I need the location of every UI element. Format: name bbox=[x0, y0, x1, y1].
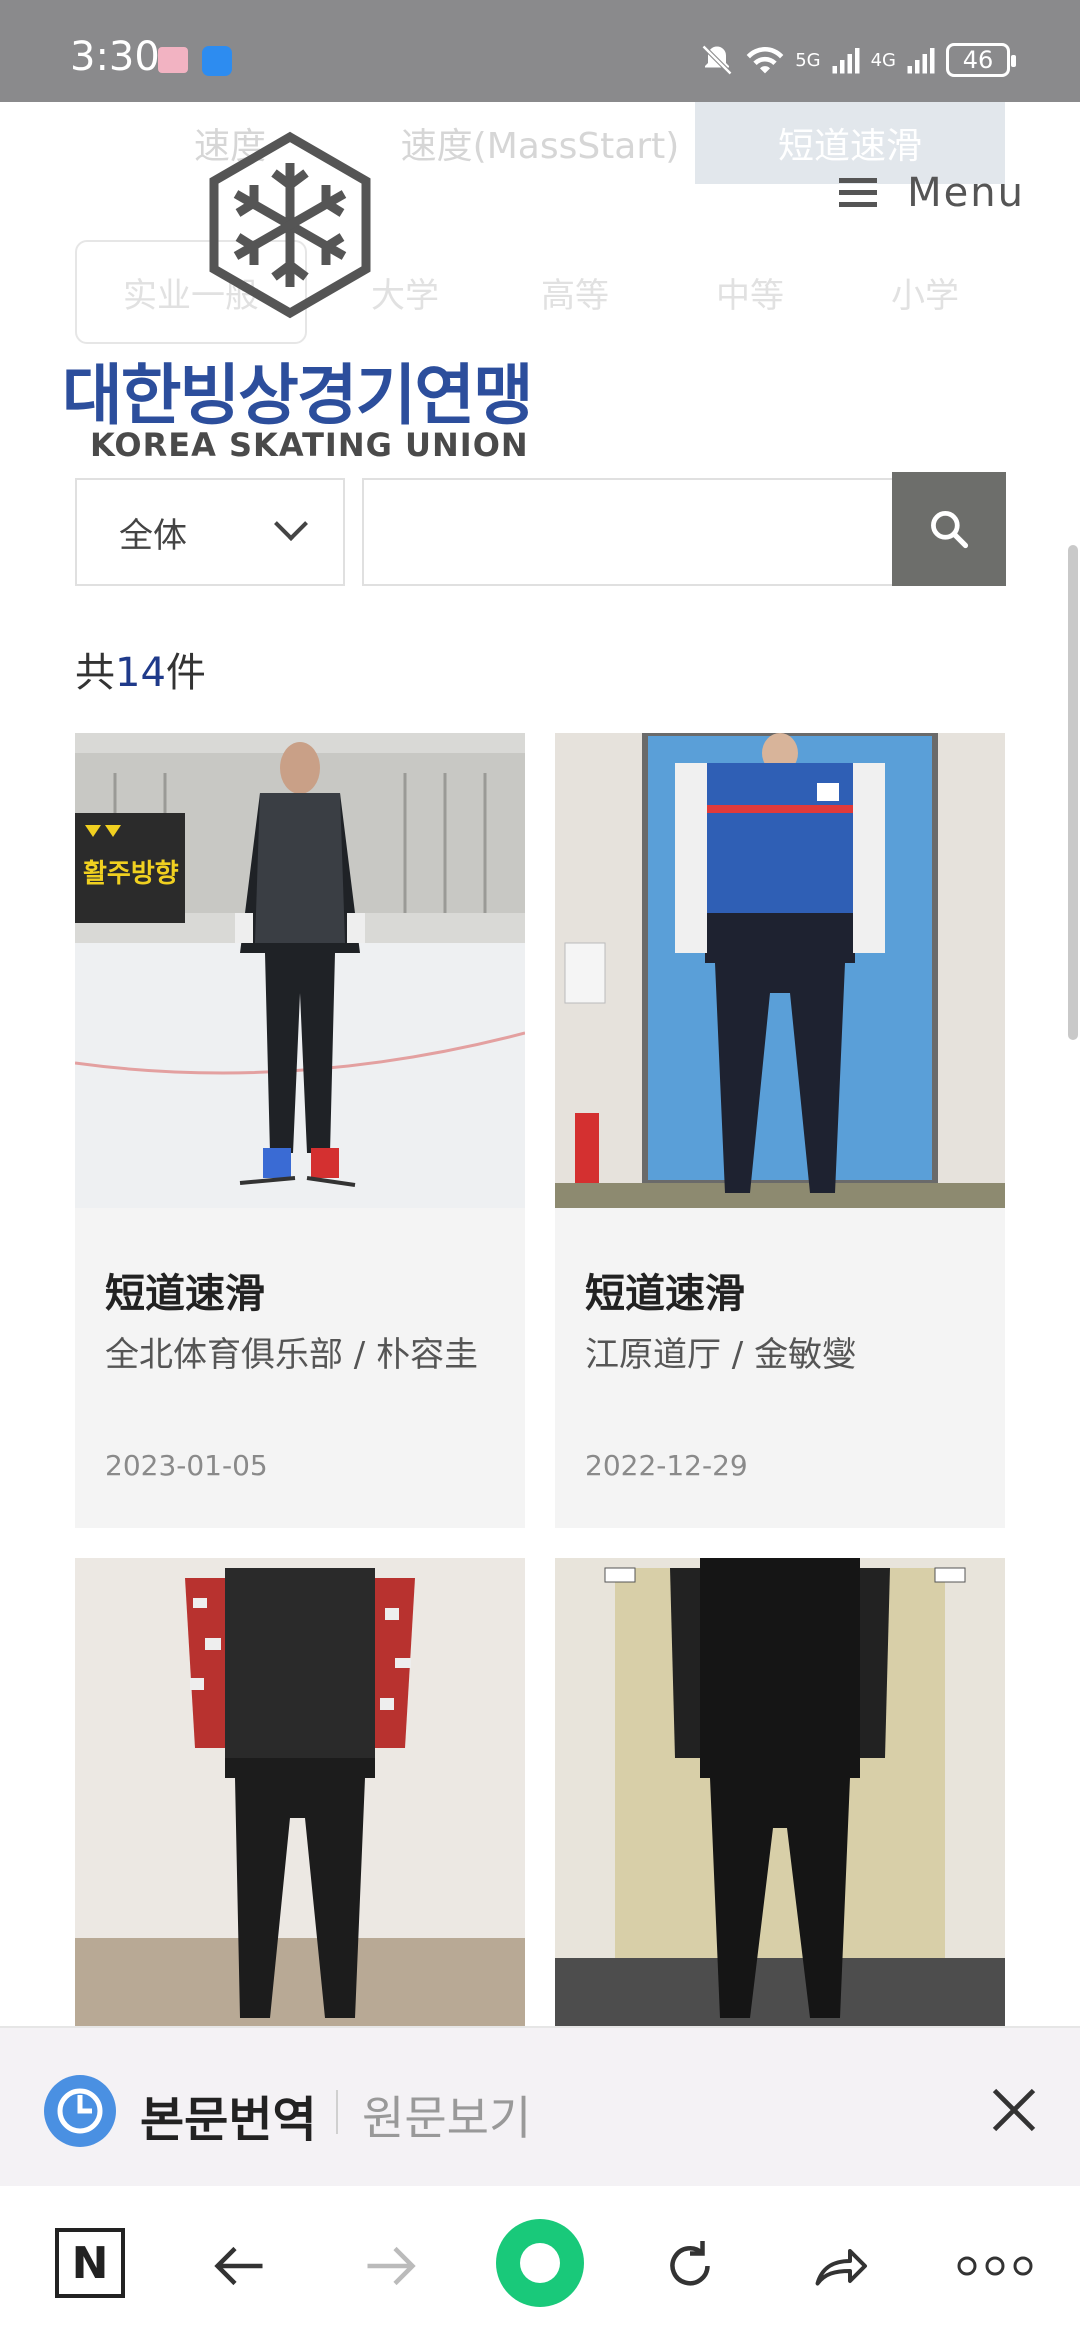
divider bbox=[336, 2090, 338, 2134]
refresh-icon bbox=[670, 2241, 710, 2286]
signal-icon-2 bbox=[907, 48, 935, 74]
card-date: 2022-12-29 bbox=[585, 1449, 748, 1482]
list-item[interactable] bbox=[555, 1558, 1005, 2033]
card-subtitle: 江原道厅 / 金敏燮 bbox=[585, 1335, 857, 1375]
hamburger-icon bbox=[839, 178, 878, 208]
view-original-button[interactable]: 원문보기 bbox=[362, 2082, 531, 2148]
card-title: 短道速滑 bbox=[105, 1271, 265, 1317]
count-suffix: 件 bbox=[165, 650, 206, 696]
subtab-middle[interactable]: 中等 bbox=[685, 240, 815, 344]
list-item[interactable] bbox=[75, 1558, 525, 2033]
translate-body-button[interactable]: 본문번역 bbox=[140, 2080, 317, 2150]
logo-korean-text: 대한빙상경기연맹 bbox=[62, 357, 534, 434]
translate-logo-icon bbox=[44, 2075, 116, 2147]
photo-sign-text: 활주방향 bbox=[83, 859, 179, 889]
subtab-elementary[interactable]: 小学 bbox=[860, 240, 990, 344]
list-item[interactable]: 활주방향 短道速滑 全北体育俱乐部 / 朴容圭 2023-01-05 bbox=[75, 733, 525, 1528]
status-indicators: 5G 4G 46 bbox=[699, 40, 1016, 80]
status-time: 3:30 bbox=[70, 34, 160, 80]
battery-level: 46 bbox=[962, 46, 994, 74]
card-photo bbox=[75, 1558, 525, 2033]
result-count: 共14件 bbox=[75, 640, 206, 698]
arrow-right-icon bbox=[367, 2246, 416, 2286]
logo-english-text: KOREA SKATING UNION bbox=[90, 426, 529, 464]
card-date: 2023-01-05 bbox=[105, 1449, 268, 1482]
translate-bar: 본문번역 원문보기 bbox=[0, 2026, 1080, 2186]
bottom-navigation: N bbox=[0, 2186, 1080, 2340]
more-button[interactable] bbox=[950, 2226, 1040, 2306]
count-prefix: 共 bbox=[75, 650, 115, 696]
menu-button[interactable]: Menu bbox=[839, 170, 1025, 216]
signal-icon bbox=[832, 48, 860, 74]
forward-button[interactable] bbox=[350, 2226, 430, 2306]
refresh-button[interactable] bbox=[650, 2226, 730, 2306]
back-button[interactable] bbox=[200, 2226, 280, 2306]
network-5g-label: 5G bbox=[795, 49, 821, 71]
search-app-icon bbox=[202, 46, 232, 76]
card-subtitle: 全北体育俱乐部 / 朴容圭 bbox=[105, 1335, 479, 1375]
share-button[interactable] bbox=[800, 2226, 880, 2306]
count-number: 14 bbox=[115, 650, 166, 696]
network-4g-label: 4G bbox=[870, 49, 896, 71]
green-dot-button[interactable] bbox=[496, 2219, 584, 2307]
more-dots-icon bbox=[957, 2256, 1033, 2276]
status-bar: 3:30 5G 4G 46 bbox=[0, 0, 1080, 102]
card-photo bbox=[555, 1558, 1005, 2033]
search-icon bbox=[931, 511, 969, 549]
notification-app-icon bbox=[158, 47, 188, 73]
search-button[interactable] bbox=[892, 472, 1006, 586]
search-scope-value: 全体 bbox=[119, 515, 187, 556]
list-item[interactable]: 短道速滑 江原道厅 / 金敏燮 2022-12-29 bbox=[555, 733, 1005, 1528]
share-arrow-icon bbox=[815, 2249, 867, 2286]
arrow-left-icon bbox=[214, 2246, 263, 2286]
close-icon[interactable] bbox=[988, 2084, 1040, 2136]
scrollbar[interactable] bbox=[1068, 545, 1078, 1040]
search-scope-select[interactable]: 全体 bbox=[75, 478, 345, 586]
search-input[interactable] bbox=[362, 478, 892, 586]
menu-label: Menu bbox=[907, 170, 1025, 216]
wifi-icon bbox=[746, 46, 784, 74]
card-title: 短道速滑 bbox=[585, 1271, 745, 1317]
battery-icon: 46 bbox=[946, 43, 1016, 77]
card-photo: 활주방향 bbox=[75, 733, 525, 1208]
card-photo bbox=[555, 733, 1005, 1208]
mute-bell-icon bbox=[702, 44, 733, 76]
naver-home-button[interactable]: N bbox=[55, 2228, 125, 2298]
chevron-down-icon bbox=[274, 507, 308, 541]
